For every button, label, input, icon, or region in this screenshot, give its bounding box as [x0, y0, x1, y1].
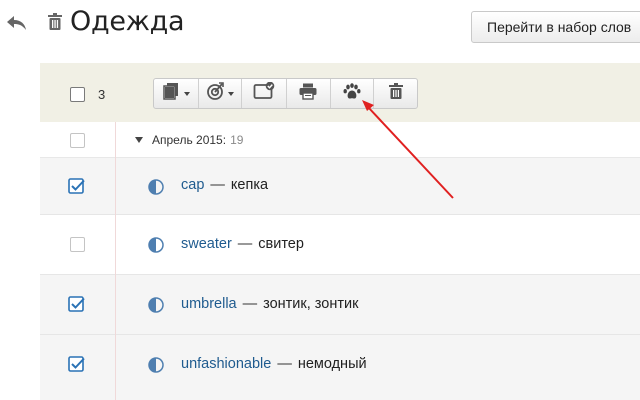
mark-learned-button[interactable] [242, 79, 287, 108]
sound-icon[interactable] [148, 297, 164, 313]
group-label[interactable]: Апрель 2015: 19 [135, 133, 243, 147]
word-link[interactable]: cap [181, 177, 204, 193]
item-checkbox[interactable] [70, 237, 85, 252]
list-item: umbrella — зонтик, зонтик [40, 275, 640, 335]
word-entry: unfashionable — немодный [181, 356, 367, 372]
word-entry: sweater — свитер [181, 236, 304, 252]
sound-icon[interactable] [148, 357, 164, 373]
item-checkbox-checked[interactable] [68, 356, 85, 373]
word-translation: зонтик, зонтик [263, 296, 359, 312]
page-title: Одежда [70, 6, 185, 37]
word-translation: кепка [230, 177, 269, 193]
paw-button[interactable] [331, 79, 375, 108]
list-item: cap — кепка [40, 158, 640, 215]
chevron-down-icon [227, 91, 234, 96]
word-entry: umbrella — зонтик, зонтик [181, 296, 359, 312]
trash-icon[interactable] [46, 12, 64, 32]
print-button[interactable] [287, 79, 331, 108]
list-item: sweater — свитер [40, 215, 640, 275]
sound-icon[interactable] [148, 179, 164, 195]
card-check-icon [253, 81, 275, 105]
group-checkbox[interactable] [70, 133, 85, 148]
delete-button[interactable] [374, 79, 417, 108]
paw-icon [343, 82, 361, 105]
item-checkbox-checked[interactable] [68, 178, 85, 195]
collapse-triangle-icon [135, 137, 143, 143]
goto-wordset-button[interactable]: Перейти в набор слов [471, 11, 640, 43]
title-area: Одежда [46, 6, 185, 37]
sound-icon[interactable] [148, 237, 164, 253]
chevron-down-icon [183, 91, 190, 96]
back-arrow-icon[interactable] [4, 12, 30, 34]
word-translation: немодный [297, 356, 367, 372]
list-item: unfashionable — немодный [40, 335, 640, 400]
selected-count: 3 [98, 87, 106, 102]
study-dropdown-button[interactable] [199, 79, 243, 108]
word-link[interactable]: umbrella [181, 296, 237, 312]
action-toolbar [153, 78, 418, 109]
group-count: 19 [230, 133, 244, 147]
target-icon [206, 82, 224, 105]
word-entry: cap — кепка [181, 177, 269, 193]
group-header[interactable]: Апрель 2015: 19 [40, 122, 640, 158]
word-translation: свитер [258, 236, 304, 252]
copy-dropdown-button[interactable] [154, 79, 199, 108]
item-checkbox-checked[interactable] [68, 296, 85, 313]
copy-icon [162, 82, 180, 105]
select-all-checkbox[interactable] [70, 87, 85, 102]
group-date: Апрель 2015: [152, 133, 227, 147]
toolbar: 3 [40, 63, 640, 122]
printer-icon [299, 83, 317, 105]
word-link[interactable]: sweater [181, 236, 232, 252]
trash-icon [388, 83, 403, 104]
page: Одежда Перейти в набор слов 3 Апрель 201… [0, 0, 640, 400]
margin-line [115, 122, 116, 400]
word-link[interactable]: unfashionable [181, 356, 271, 372]
